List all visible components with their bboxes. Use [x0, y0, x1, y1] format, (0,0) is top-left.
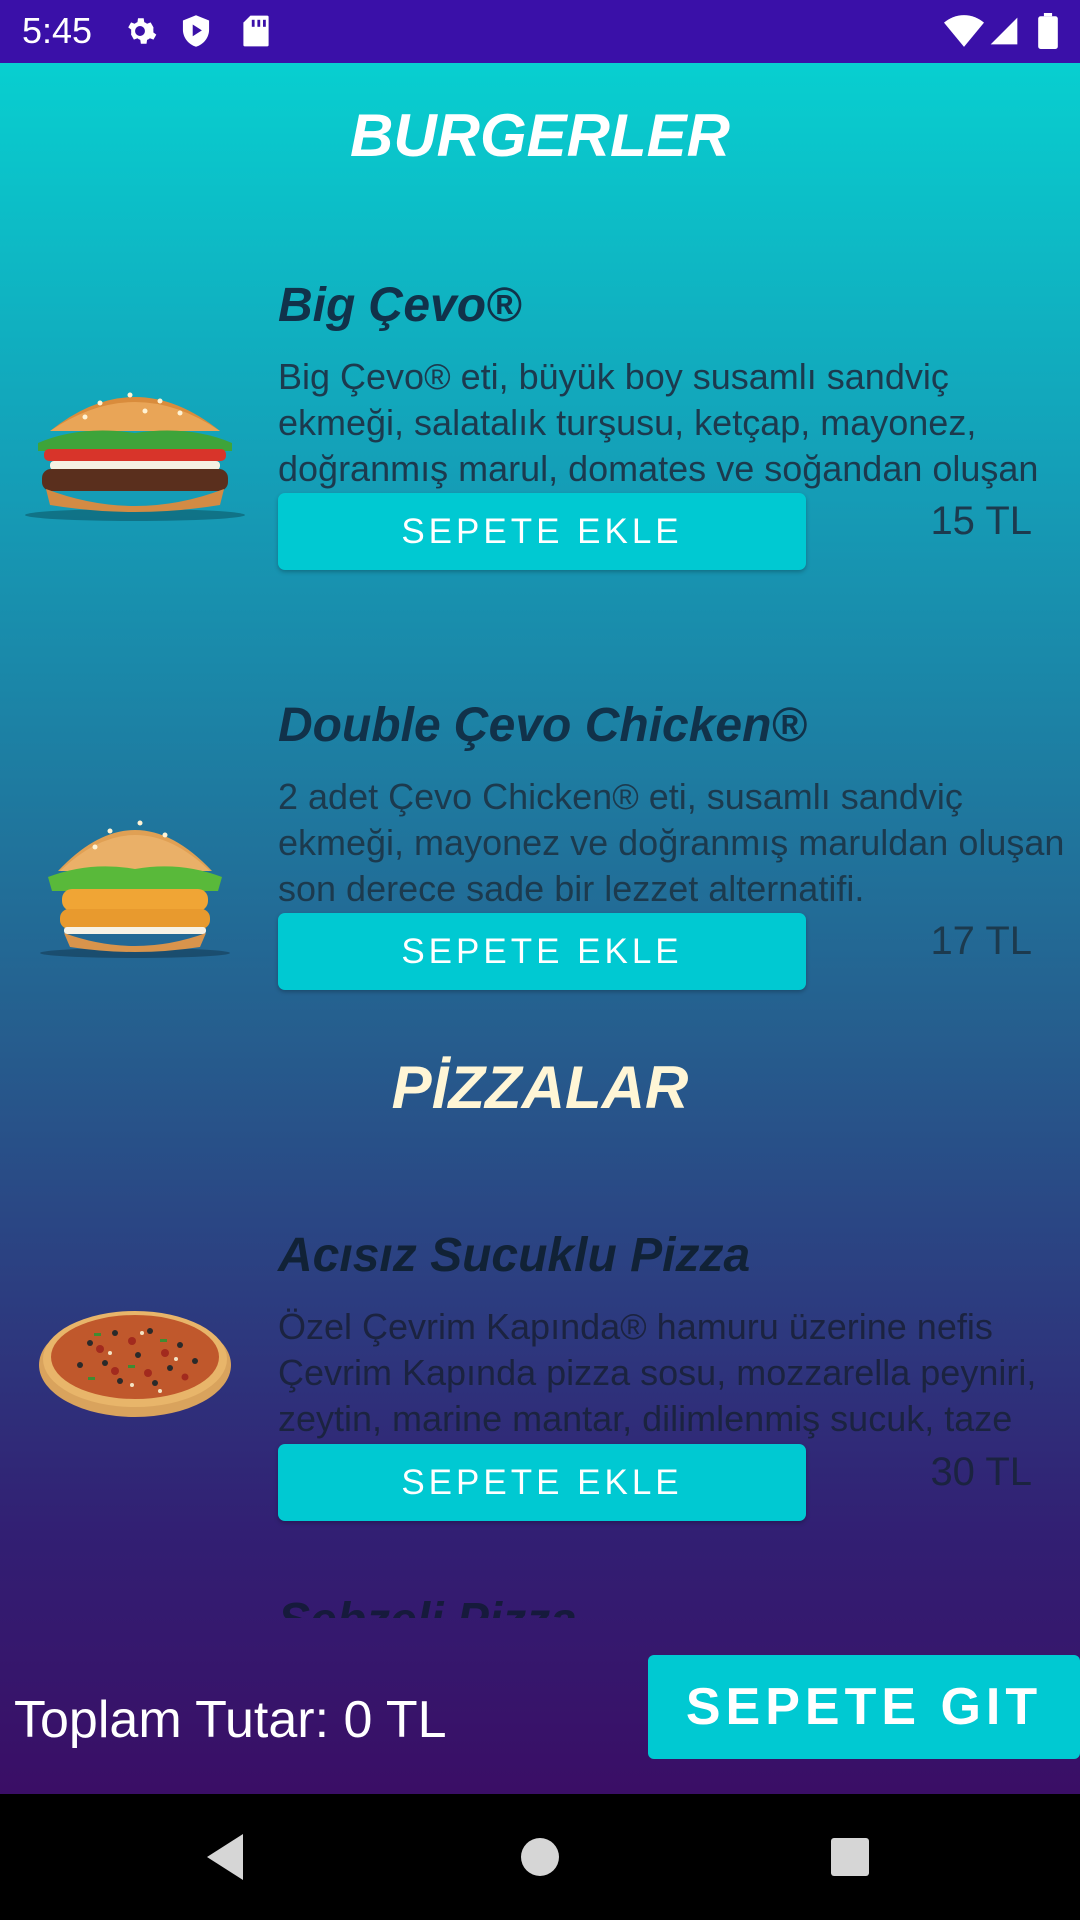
recents-icon[interactable] — [815, 1822, 885, 1892]
item-name: Acısız Sucuklu Pizza — [278, 1229, 751, 1282]
menu-screen: BURGERLER Big Çevo® Big Çevo® eti, büyük… — [0, 63, 1080, 1794]
item-price: 30 TL — [930, 1450, 1032, 1494]
play-protect-icon — [178, 13, 214, 49]
wifi-icon — [944, 13, 984, 49]
item-description: 2 adet Çevo Chicken® eti, susamlı sandvi… — [278, 776, 1065, 909]
item-name: Sebzeli Pizza — [278, 1593, 577, 1618]
burger-image — [20, 373, 250, 528]
cart-summary-bar: Toplam Tutar: 0 TL SEPETE GIT — [0, 1618, 1080, 1794]
home-icon[interactable] — [505, 1822, 575, 1892]
back-icon[interactable] — [190, 1822, 260, 1892]
section-title-burgers: BURGERLER — [349, 102, 730, 169]
total-amount: Toplam Tutar: 0 TL — [14, 1691, 447, 1749]
sd-card-icon — [238, 13, 274, 49]
signal-icon — [986, 13, 1022, 49]
go-to-cart-button[interactable]: SEPETE GIT — [648, 1655, 1080, 1759]
status-bar: 5:45 — [0, 0, 1080, 63]
menu-item: Double Çevo Chicken® 2 adet Çevo Chicken… — [0, 633, 1080, 1053]
pizza-image — [20, 1293, 250, 1428]
status-time: 5:45 — [22, 10, 93, 51]
add-to-cart-button[interactable]: SEPETE EKLE — [278, 493, 806, 570]
item-price: 15 TL — [930, 499, 1032, 543]
add-to-cart-button[interactable]: SEPETE EKLE — [278, 1444, 806, 1521]
add-to-cart-button[interactable]: SEPETE EKLE — [278, 913, 806, 990]
item-name: Big Çevo® — [278, 279, 522, 332]
item-name: Double Çevo Chicken® — [278, 699, 807, 752]
gear-icon — [122, 13, 158, 49]
menu-item: Big Çevo® Big Çevo® eti, büyük boy susam… — [0, 213, 1080, 633]
chicken-burger-image — [20, 801, 250, 966]
menu-list[interactable]: BURGERLER Big Çevo® Big Çevo® eti, büyük… — [0, 63, 1080, 1618]
item-price: 17 TL — [930, 919, 1032, 963]
section-title-pizzas: PİZZALAR — [391, 1054, 689, 1121]
battery-icon — [1030, 13, 1066, 49]
navigation-bar — [0, 1794, 1080, 1920]
menu-item: Acısız Sucuklu Pizza Özel Çevrim Kapında… — [0, 1163, 1080, 1583]
menu-item: Sebzeli Pizza — [0, 1583, 1080, 1618]
